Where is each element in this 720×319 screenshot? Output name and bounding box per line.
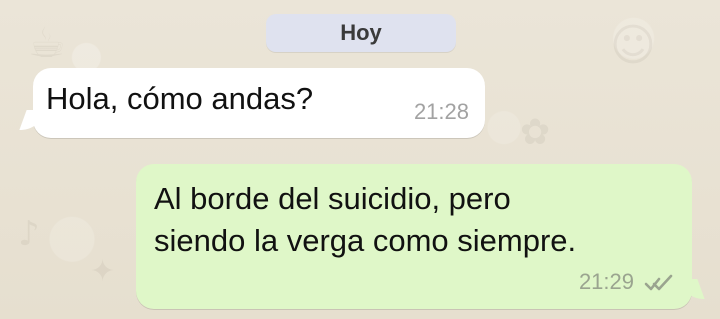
background-doodle-icon: ♪ — [18, 214, 40, 254]
background-doodle-icon: ☺ — [610, 20, 656, 71]
date-separator: Hoy — [266, 14, 456, 52]
date-separator-label: Hoy — [340, 20, 382, 45]
outgoing-message-bubble[interactable]: Al borde del suicidio, pero siendo la ve… — [136, 164, 692, 309]
outgoing-message-time: 21:29 — [578, 269, 634, 294]
background-doodle-icon: ✿ — [520, 112, 551, 153]
incoming-message-bubble[interactable]: Hola, cómo andas? 21:28 — [33, 68, 485, 138]
background-doodle-icon: ✦ — [90, 254, 116, 289]
incoming-message-time: 21:28 — [413, 99, 469, 124]
outgoing-message-text: Al borde del suicidio, pero siendo la ve… — [154, 181, 577, 258]
incoming-message-text: Hola, cómo andas? — [46, 81, 314, 116]
double-check-icon — [644, 274, 673, 291]
background-doodle-icon: ☕ — [28, 18, 66, 67]
